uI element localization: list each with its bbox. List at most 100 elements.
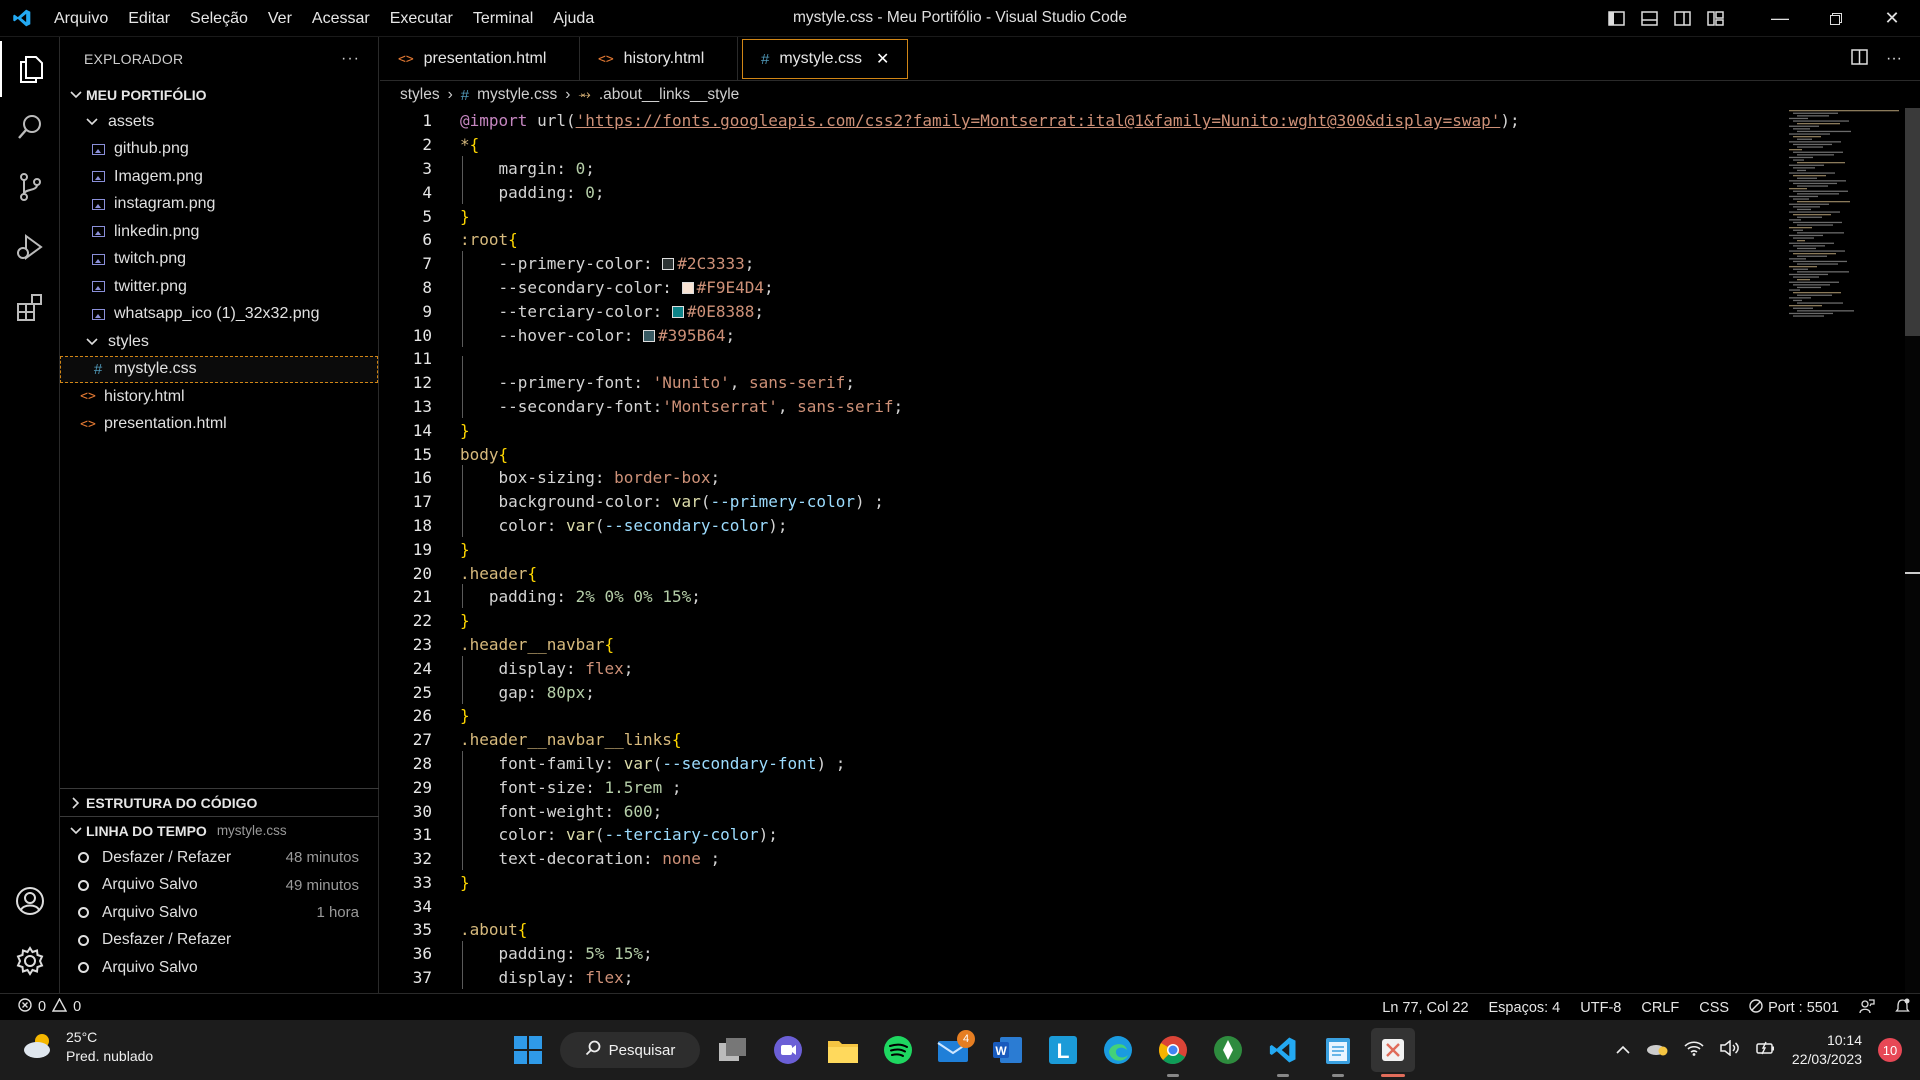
cursor-position[interactable]: Ln 77, Col 22 [1382, 1000, 1468, 1016]
live-server-port[interactable]: Port : 5501 [1749, 998, 1839, 1017]
notification-center-badge[interactable]: 10 [1878, 1038, 1902, 1062]
account-icon[interactable] [0, 873, 60, 929]
breadcrumb: styles › # mystyle.css › ⥇ .about__links… [380, 82, 739, 108]
chevron-up-icon[interactable] [1616, 1041, 1630, 1059]
toggle-primary-sidebar-icon[interactable] [1600, 0, 1633, 37]
code-text: background-color: var(--primery-color) ; [432, 489, 884, 514]
run-debug-icon[interactable] [0, 219, 60, 275]
source-control-icon[interactable] [0, 159, 60, 215]
tree-file[interactable]: linkedin.png [60, 218, 378, 246]
scrollbar-thumb[interactable] [1905, 108, 1920, 336]
tab-mystyle-css[interactable]: # mystyle.css ✕ [742, 39, 909, 79]
tab-history-html[interactable]: <> history.html [580, 37, 738, 81]
code-text: display: flex; [432, 655, 633, 680]
tree-file[interactable]: # mystyle.css [60, 355, 378, 383]
search-icon[interactable] [0, 99, 60, 155]
code-text: --secondary-color: #F9E4D4; [432, 274, 774, 299]
menu-item-ver[interactable]: Ver [258, 0, 302, 37]
start-windows-icon[interactable] [506, 1028, 550, 1072]
tree-file[interactable]: Imagem.png [60, 163, 378, 191]
tree-folder[interactable]: assets [60, 108, 378, 136]
code-text: } [460, 611, 470, 631]
tab-presentation-html[interactable]: <> presentation.html [380, 37, 580, 81]
explorer-icon[interactable] [0, 41, 60, 97]
code-line: 19} [380, 537, 1905, 561]
breadcrumb-symbol[interactable]: .about__links__style [599, 86, 739, 104]
menu-item-selecao[interactable]: Seleção [180, 0, 258, 37]
timeline-item[interactable]: Desfazer / Refazer [60, 927, 379, 955]
teams-chat-icon[interactable] [766, 1028, 810, 1072]
more-actions-icon[interactable]: ··· [341, 50, 360, 68]
indentation[interactable]: Espaços: 4 [1489, 1000, 1561, 1016]
restore-icon[interactable] [1808, 0, 1864, 37]
wifi-icon[interactable] [1684, 1040, 1704, 1061]
tree-file[interactable]: <> presentation.html [60, 411, 378, 439]
timeline-item[interactable]: Desfazer / Refazer 48 minutos [60, 844, 379, 872]
customize-layout-icon[interactable] [1699, 0, 1732, 37]
workspace-root[interactable]: MEU PORTIFÓLIO [60, 81, 378, 108]
editor-scrollbar[interactable] [1905, 108, 1920, 993]
code-editor[interactable]: 1 @import url('https://fonts.googleapis.c… [380, 108, 1905, 993]
tree-folder[interactable]: styles [60, 328, 378, 356]
taskbar-search-button[interactable]: Pesquisar [560, 1032, 700, 1068]
menu-item-ajuda[interactable]: Ajuda [543, 0, 604, 37]
clock[interactable]: 10:14 22/03/2023 [1792, 1031, 1862, 1069]
settings-gear-icon[interactable] [0, 933, 60, 989]
tree-file[interactable]: instagram.png [60, 191, 378, 219]
line-number: 33 [412, 872, 432, 892]
menu-item-acessar[interactable]: Acessar [302, 0, 380, 37]
tree-file[interactable]: whatsapp_ico (1)_32x32.png [60, 301, 378, 329]
encoding[interactable]: UTF-8 [1580, 1000, 1621, 1016]
tree-file[interactable]: <> history.html [60, 383, 378, 411]
weather-widget[interactable]: 25°C Pred. nublado [22, 1028, 153, 1066]
timeline-item[interactable]: Arquivo Salvo 49 minutos [60, 872, 379, 900]
task-view-icon[interactable] [711, 1028, 755, 1072]
tree-item-label: mystyle.css [114, 360, 197, 378]
notifications-bell-icon[interactable] [1895, 998, 1910, 1018]
timeline-section[interactable]: LINHA DO TEMPO mystyle.css [60, 817, 379, 844]
menu-item-executar[interactable]: Executar [380, 0, 463, 37]
chrome-icon[interactable] [1151, 1028, 1195, 1077]
split-editor-icon[interactable] [1851, 48, 1868, 70]
extensions-icon[interactable] [0, 279, 60, 335]
code-line: 1 @import url('https://fonts.googleapis.c… [380, 109, 1905, 133]
menu-item-arquivo[interactable]: Arquivo [44, 0, 118, 37]
toggle-panel-icon[interactable] [1633, 0, 1666, 37]
edge-browser-icon[interactable] [1096, 1028, 1140, 1072]
spotify-icon[interactable] [876, 1028, 920, 1072]
problems-indicator[interactable]: 0 0 [0, 997, 81, 1016]
close-tab-icon[interactable]: ✕ [876, 49, 889, 69]
battery-icon[interactable] [1756, 1040, 1776, 1061]
volume-icon[interactable] [1720, 1038, 1740, 1061]
vscode-taskbar-icon[interactable] [1261, 1028, 1305, 1077]
menu-item-terminal[interactable]: Terminal [463, 0, 543, 37]
tree-file[interactable]: twitter.png [60, 273, 378, 301]
menu-item-editar[interactable]: Editar [118, 0, 180, 37]
tree-file[interactable]: github.png [60, 136, 378, 164]
end-of-line[interactable]: CRLF [1641, 1000, 1679, 1016]
outline-section[interactable]: ESTRUTURA DO CÓDIGO [60, 789, 379, 816]
file-explorer-icon[interactable] [821, 1028, 865, 1072]
breadcrumb-folder[interactable]: styles [400, 86, 440, 104]
language-mode[interactable]: CSS [1699, 1000, 1729, 1016]
close-window-icon[interactable]: ✕ [1864, 0, 1920, 37]
green-app-icon[interactable] [1206, 1028, 1250, 1072]
snipping-tool-icon[interactable] [1371, 1028, 1415, 1077]
active-indicator [1381, 1074, 1405, 1077]
code-line: 25 gap: 80px; [380, 679, 1905, 704]
minimize-icon[interactable]: — [1752, 0, 1808, 37]
onedrive-warning-icon[interactable] [1646, 1040, 1668, 1061]
notepad-icon[interactable] [1316, 1028, 1360, 1077]
tree-file[interactable]: twitch.png [60, 246, 378, 274]
word-icon[interactable]: W [986, 1028, 1030, 1072]
more-actions-icon[interactable]: ··· [1886, 50, 1902, 68]
timeline-item[interactable]: Arquivo Salvo [60, 954, 379, 982]
feedback-icon[interactable] [1859, 998, 1875, 1018]
mail-icon[interactable]: 4 [931, 1028, 975, 1072]
minimap[interactable] [1785, 108, 1905, 328]
l-app-icon[interactable]: L [1041, 1028, 1085, 1072]
breadcrumb-file[interactable]: mystyle.css [477, 86, 557, 104]
image-file-icon [88, 198, 108, 210]
timeline-item[interactable]: Arquivo Salvo 1 hora [60, 899, 379, 927]
toggle-secondary-sidebar-icon[interactable] [1666, 0, 1699, 37]
